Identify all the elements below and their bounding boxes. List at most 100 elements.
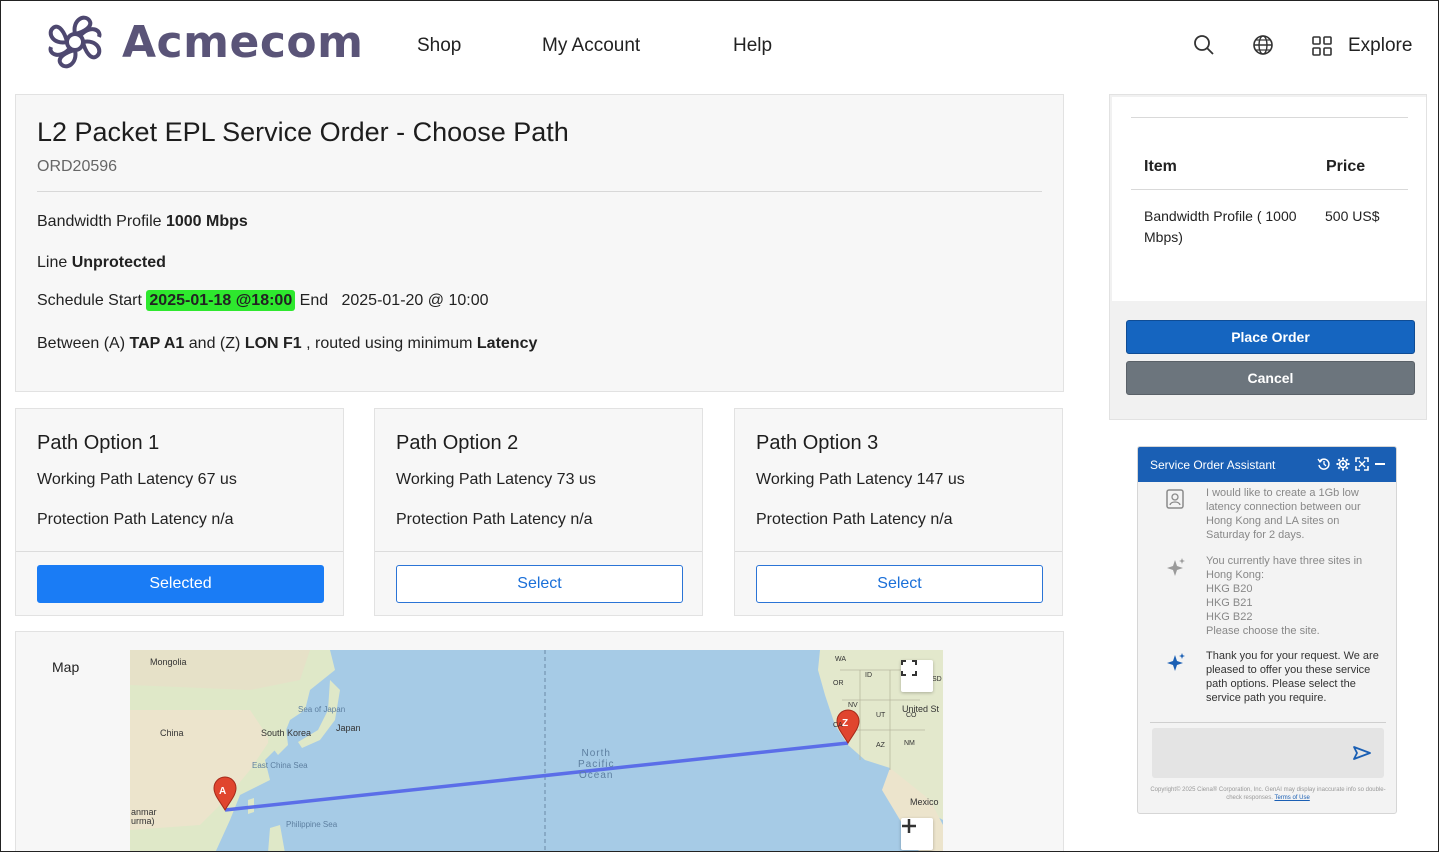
path-1-selected-button[interactable]: Selected bbox=[37, 565, 324, 603]
map-label-az: AZ bbox=[876, 742, 885, 749]
site-z-value: LON F1 bbox=[244, 335, 302, 352]
line-item-name: Bandwidth Profile ( 1000 Mbps) bbox=[1144, 208, 1297, 245]
schedule-row: Schedule Start 2025-01-18 @18:00 End 202… bbox=[37, 290, 489, 311]
assistant-header: Service Order Assistant bbox=[1138, 447, 1396, 482]
line-value: Unprotected bbox=[71, 254, 166, 271]
divider bbox=[1150, 722, 1386, 723]
line-item-price: 500 US$ bbox=[1325, 208, 1380, 224]
divider bbox=[735, 551, 1062, 552]
map-label-ut: UT bbox=[876, 712, 886, 719]
path-option-title: Path Option 1 bbox=[37, 432, 160, 454]
routing-metric-value: Latency bbox=[476, 335, 538, 352]
col-price-header: Price bbox=[1326, 158, 1366, 175]
expand-icon[interactable] bbox=[1355, 457, 1369, 471]
explore-menu[interactable]: Explore bbox=[1312, 35, 1412, 57]
path-option-card-3: Path Option 3 Working Path Latency 147 u… bbox=[734, 408, 1063, 616]
map-label-philippine-sea: Philippine Sea bbox=[286, 820, 338, 829]
ocean-label: North Pacific Ocean bbox=[578, 748, 614, 781]
routed-label: , routed using minimum bbox=[306, 335, 473, 352]
fullscreen-button[interactable] bbox=[901, 660, 933, 692]
nav-my-account[interactable]: My Account bbox=[542, 35, 640, 57]
path-option-card-2: Path Option 2 Working Path Latency 73 us… bbox=[374, 408, 703, 616]
cancel-button[interactable]: Cancel bbox=[1126, 361, 1415, 395]
ocean-label-line-2: Pacific bbox=[578, 759, 615, 770]
map-label: Map bbox=[52, 659, 80, 675]
summary-table: Item Price Bandwidth Profile ( 1000 Mbps… bbox=[1112, 97, 1426, 301]
grid-icon bbox=[1312, 36, 1332, 56]
route-line bbox=[224, 741, 849, 812]
working-latency: Working Path Latency 73 us bbox=[396, 471, 596, 488]
globe-icon[interactable] bbox=[1252, 34, 1274, 56]
assistant-message: Thank you for your request. We are pleas… bbox=[1206, 650, 1379, 704]
path-option-title: Path Option 3 bbox=[756, 432, 879, 454]
assistant-controls bbox=[1317, 457, 1386, 471]
philippines-land bbox=[268, 825, 285, 852]
search-icon[interactable] bbox=[1193, 34, 1215, 56]
schedule-end-value: 2025-01-20 @ 10:00 bbox=[341, 292, 489, 309]
map-label-id: ID bbox=[865, 672, 872, 679]
user-icon bbox=[1166, 489, 1184, 509]
map-label-east-china-sea: East China Sea bbox=[252, 761, 308, 770]
bandwidth-value: 1000 Mbps bbox=[165, 213, 248, 230]
working-latency: Working Path Latency 67 us bbox=[37, 471, 237, 488]
route-map[interactable]: A Z Mongolia China South Korea Japan Sea… bbox=[130, 650, 943, 852]
schedule-start-value: 2025-01-18 @18:00 bbox=[146, 290, 296, 311]
path-option-card-1: Path Option 1 Working Path Latency 67 us… bbox=[15, 408, 344, 616]
nav-shop[interactable]: Shop bbox=[417, 35, 461, 57]
history-icon[interactable] bbox=[1317, 457, 1331, 471]
sparkle-icon bbox=[1167, 653, 1185, 671]
map-label-or: OR bbox=[833, 680, 844, 687]
site-a-value: TAP A1 bbox=[129, 335, 185, 352]
path-3-select-button[interactable]: Select bbox=[756, 565, 1043, 603]
divider bbox=[375, 551, 702, 552]
order-id: ORD20596 bbox=[37, 158, 118, 175]
settings-icon[interactable] bbox=[1336, 457, 1350, 471]
between-label: Between (A) bbox=[37, 335, 126, 352]
disclaimer-text: Copyright© 2025 Ciena® Corporation, Inc.… bbox=[1150, 787, 1386, 801]
map-label-sd: SD bbox=[932, 676, 942, 683]
map-label-china: China bbox=[160, 728, 184, 738]
zoom-in-button[interactable] bbox=[901, 818, 933, 850]
protection-latency: Protection Path Latency n/a bbox=[37, 511, 234, 528]
map-label-united-states: United St bbox=[902, 704, 940, 714]
brand-name: Acmecom bbox=[122, 16, 364, 68]
bandwidth-row: Bandwidth Profile 1000 Mbps bbox=[37, 213, 248, 231]
map-card: Map A Z Mongolia China South Korea Japan… bbox=[15, 631, 1064, 852]
nav-help[interactable]: Help bbox=[733, 35, 772, 57]
send-icon[interactable] bbox=[1352, 745, 1372, 761]
bandwidth-label: Bandwidth Profile bbox=[37, 213, 162, 230]
terms-of-use-link[interactable]: Terms of Use bbox=[1274, 795, 1309, 801]
divider bbox=[37, 191, 1042, 192]
map-canvas bbox=[130, 650, 943, 852]
line-row: Line Unprotected bbox=[37, 254, 166, 272]
fullscreen-icon bbox=[901, 660, 917, 676]
map-label-mongolia: Mongolia bbox=[150, 657, 187, 667]
order-details-card: L2 Packet EPL Service Order - Choose Pat… bbox=[15, 94, 1064, 392]
protection-latency: Protection Path Latency n/a bbox=[756, 511, 953, 528]
path-2-select-button[interactable]: Select bbox=[396, 565, 683, 603]
order-summary-card: Item Price Bandwidth Profile ( 1000 Mbps… bbox=[1109, 94, 1427, 420]
marker-a-label: A bbox=[219, 786, 227, 797]
assistant-message-input[interactable] bbox=[1152, 728, 1384, 778]
ocean-label-line-1: North bbox=[581, 748, 611, 759]
protection-latency: Protection Path Latency n/a bbox=[396, 511, 593, 528]
minimize-icon[interactable] bbox=[1374, 457, 1386, 471]
map-label-wa: WA bbox=[835, 656, 847, 663]
map-label-nv: NV bbox=[848, 702, 858, 709]
col-item-header: Item bbox=[1144, 158, 1177, 175]
path-option-title: Path Option 2 bbox=[396, 432, 519, 454]
brand-logo[interactable]: Acmecom bbox=[42, 10, 363, 74]
map-label-japan: Japan bbox=[336, 723, 361, 733]
logo-icon bbox=[48, 15, 102, 69]
and-label: and (Z) bbox=[188, 335, 241, 352]
ocean-label-line-3: Ocean bbox=[578, 770, 614, 781]
divider bbox=[1131, 189, 1408, 190]
map-label-nm: NM bbox=[904, 740, 915, 747]
place-order-button[interactable]: Place Order bbox=[1126, 320, 1415, 354]
plus-icon bbox=[902, 819, 916, 833]
assistant-disclaimer: Copyright© 2025 Ciena® Corporation, Inc.… bbox=[1148, 786, 1388, 802]
map-label-ca: CA bbox=[833, 722, 843, 729]
assistant-title: Service Order Assistant bbox=[1150, 458, 1276, 472]
end-label: End bbox=[299, 292, 329, 309]
endpoints-row: Between (A) TAP A1 and (Z) LON F1 , rout… bbox=[37, 335, 537, 353]
